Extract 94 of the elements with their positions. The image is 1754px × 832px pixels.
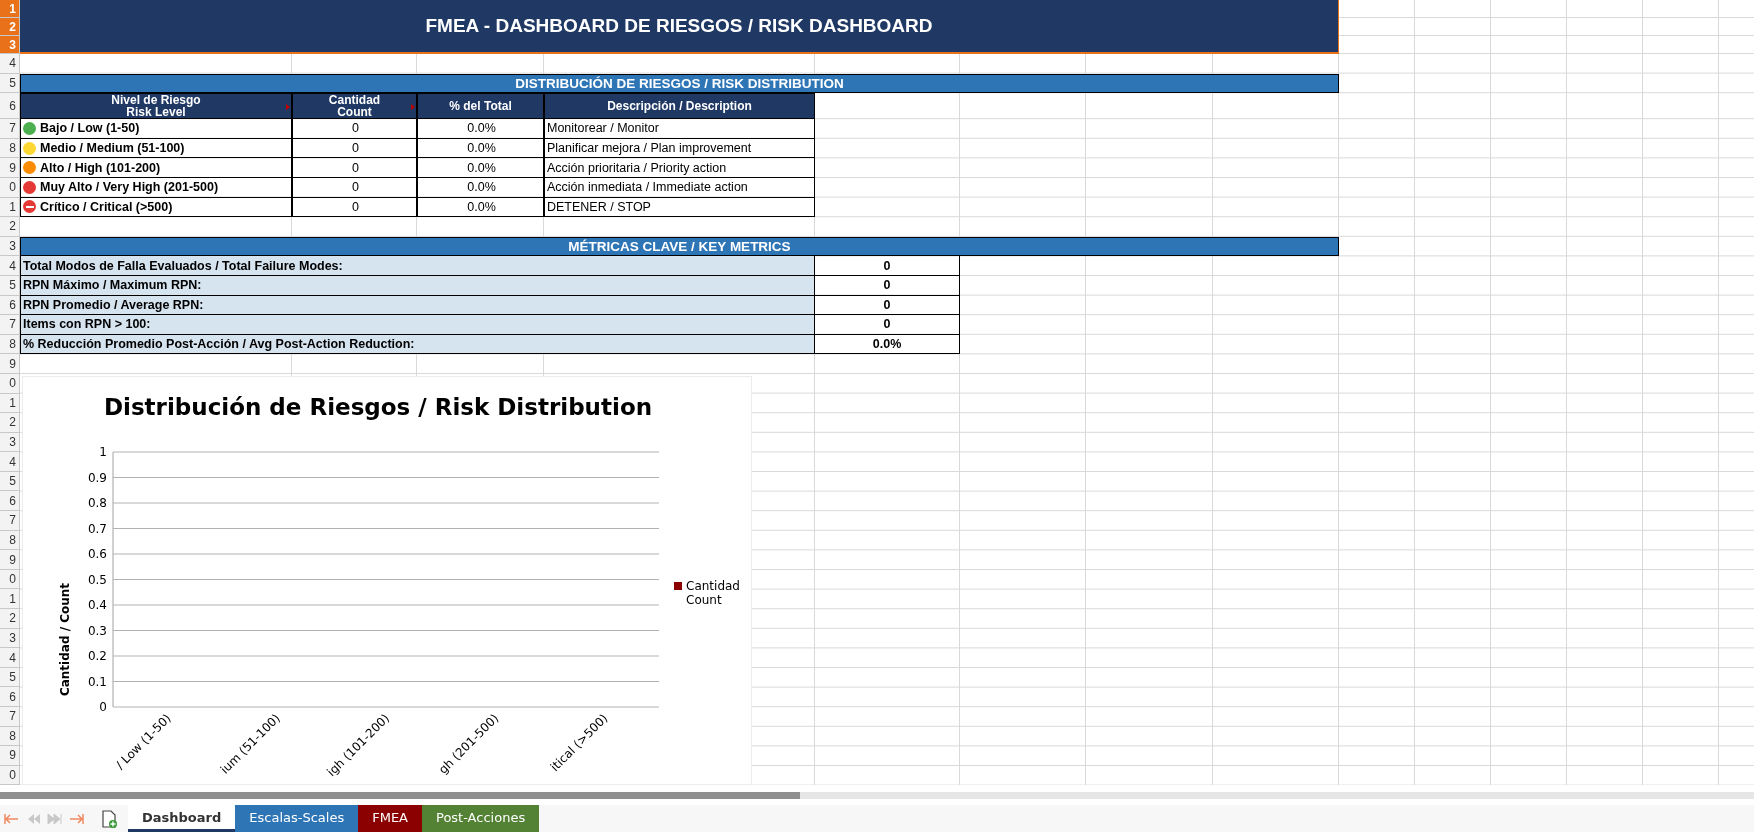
row-header[interactable]: 7 [0,511,20,531]
metric-value: 0 [815,275,960,296]
legend-label: Cantidad Count [686,579,740,607]
table-cell: 0 [292,138,417,159]
row-header[interactable]: 8 [0,726,20,747]
table-cell: 0.0% [417,197,544,218]
table-cell: DETENER / STOP [544,197,815,218]
table-cell: 0 [292,158,417,178]
metric-label: Items con RPN > 100: [20,315,815,335]
row-header[interactable]: 9 [0,746,20,766]
row-header[interactable]: 0 [0,569,20,590]
column-header: Descripción / Description [544,93,815,120]
metric-label: RPN Máximo / Maximum RPN: [20,275,815,296]
row-header[interactable]: 6 [0,687,20,707]
tick-label: 0.8 [87,496,107,510]
section-heading: MÉTRICAS CLAVE / KEY METRICS [20,236,1339,257]
row-header[interactable]: 4 [0,648,20,668]
row-header[interactable]: 8 [0,334,20,355]
column-header: Nivel de Riesgo Risk Level [20,93,292,120]
row-header[interactable]: 1 [0,589,20,610]
row-header[interactable]: 9 [0,550,20,570]
risk-level-label: Medio / Medium (51-100) [40,141,185,156]
section-heading: DISTRIBUCIÓN DE RIESGOS / RISK DISTRIBUTION [20,73,1339,94]
row-header[interactable]: 2 [0,413,20,433]
tick-label: 0.2 [87,649,107,663]
table-cell: Acción prioritaria / Priority action [544,158,815,178]
risk-level-label: Crítico / Critical (>500) [40,199,173,214]
metric-value: 0.0% [815,334,960,355]
table-cell: 0.0% [417,138,544,159]
tick-label: 0.7 [87,521,107,536]
row-header[interactable]: 9 [0,158,20,178]
metric-value: 0 [815,315,960,335]
tick-label: 0.4 [87,598,107,612]
row-header[interactable]: 3 [0,236,20,257]
table-cell: 0 [292,197,417,218]
column-header: Cantidad Count [292,93,417,120]
metric-value: 0 [815,295,960,316]
row-header[interactable]: 6 [0,491,20,512]
row-header[interactable]: 5 [0,73,20,94]
tick-label: 0.1 [87,674,107,689]
metric-value: 0 [815,256,960,276]
tick-label: 0.6 [87,547,107,561]
row-header[interactable]: 7 [0,707,20,727]
row-header[interactable]: 8 [0,138,20,159]
row-header[interactable]: 2 [0,217,20,237]
row-header[interactable]: 0 [0,373,20,394]
risk-level-label: Alto / High (101-200) [40,160,161,175]
tick-label: 1 [99,445,107,459]
sheet-tab[interactable]: FMEA [358,805,422,832]
risk-level-label: Muy Alto / Very High (201-500) [40,180,219,195]
row-header[interactable]: 4 [0,54,20,74]
chart-title: Distribución de Riesgos / Risk Distribution [103,394,653,420]
sheet-tab[interactable]: Escalas-Scales [235,805,359,832]
row-header[interactable]: 1 [0,393,20,414]
metric-label: RPN Promedio / Average RPN: [20,295,815,316]
dashboard-title: FMEA - DASHBOARD DE RIESGOS / RISK DASHBOARD [20,0,1339,54]
row-header[interactable]: 5 [0,667,20,688]
axis-title: Cantidad / Count [58,582,72,697]
row-header[interactable]: 9 [0,354,20,374]
table-cell: 0 [292,119,417,139]
metric-label: Total Modos de Falla Evaluados / Total Failure Modes: [20,256,815,276]
horizontal-scrollbar[interactable] [0,791,1754,799]
row-header[interactable]: 1 [0,197,20,218]
row-header[interactable]: 6 [0,295,20,316]
row-header[interactable]: 7 [0,315,20,335]
row-header[interactable]: 2 [0,609,20,629]
row-header[interactable]: 0 [0,765,20,785]
row-header[interactable]: 3 [0,628,20,649]
row-header[interactable]: 7 [0,119,20,139]
row-header[interactable]: 5 [0,471,20,492]
table-cell: 0.0% [417,158,544,178]
row-header[interactable]: 4 [0,452,20,472]
tick-label: 0.9 [87,470,107,485]
table-cell: Acción inmediata / Immediate action [544,177,815,198]
column-header: % del Total [417,93,544,120]
row-header[interactable]: 0 [0,177,20,198]
table-cell: Planificar mejora / Plan improvement [544,138,815,159]
legend-swatch [674,582,682,590]
sheet-tab[interactable]: Post-Acciones [422,805,540,832]
row-header[interactable]: 4 [0,256,20,276]
risk-level-label: Bajo / Low (1-50) [40,121,140,136]
row-header[interactable]: 6 [0,93,20,120]
row-header[interactable]: 3 [0,432,20,453]
table-cell: 0.0% [417,119,544,139]
metric-label: % Reducción Promedio Post-Acción / Avg Post-Action Reduction: [20,334,815,355]
sheet-tab[interactable]: Dashboard [128,805,236,832]
table-cell: 0.0% [417,177,544,198]
table-cell: Monitorear / Monitor [544,119,815,139]
table-cell: 0 [292,177,417,198]
tick-label: 0.3 [87,623,107,638]
row-header[interactable]: 5 [0,275,20,296]
row-header[interactable]: 8 [0,530,20,551]
tick-label: 0 [99,700,107,714]
tick-label: 0.5 [87,572,107,587]
